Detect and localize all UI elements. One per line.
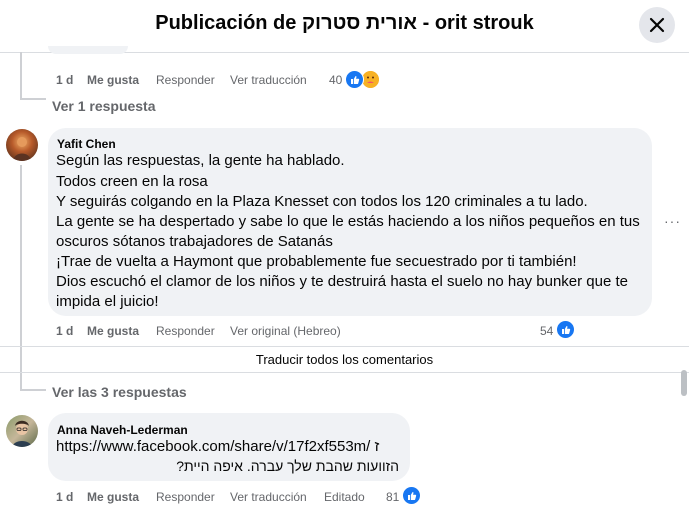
comment-text-line: Todos creen en la rosa — [56, 173, 208, 190]
scrollbar-thumb[interactable] — [681, 370, 687, 396]
divider-bottom — [0, 372, 689, 373]
translate-link[interactable]: Ver traducción — [230, 490, 307, 504]
translate-all-comments-button[interactable]: Traducir todos los comentarios — [0, 352, 689, 367]
comment-text-line: La gente se ha despertado y sabe lo que … — [56, 213, 640, 230]
comment-text-line: oscuros sótanos trabajadores de Satanás — [56, 233, 333, 250]
view-3-replies-link[interactable]: Ver las 3 respuestas — [52, 384, 187, 400]
prev-comment-reaction-count[interactable]: 40 — [329, 73, 342, 87]
view-1-reply-link[interactable]: Ver 1 respuesta — [52, 98, 156, 114]
comment-text-line: הזוועות שהבת שלך עברה. איפה היית? — [176, 458, 399, 474]
comment-author[interactable]: Yafit Chen — [57, 137, 116, 151]
like-button[interactable]: Me gusta — [87, 490, 139, 504]
close-button[interactable] — [639, 7, 675, 43]
comment-options-button[interactable]: ··· — [664, 213, 681, 229]
comment-text-line: ¡Trae de vuelta a Haymont que probableme… — [56, 253, 577, 270]
reaction-count[interactable]: 54 — [540, 324, 553, 338]
like-button[interactable]: Me gusta — [87, 324, 139, 338]
thread-curve — [20, 98, 46, 100]
comment-text-line: Y seguirás colgando en la Plaza Knesset … — [56, 193, 588, 210]
avatar-yafit-chen[interactable] — [6, 129, 38, 161]
prev-comment-time[interactable]: 1 d — [56, 73, 73, 87]
dialog-title: Publicación de אורית סטרוק - orit strouk — [155, 12, 534, 34]
comment-text-line: Dios escuchó el clamor de los niños y te… — [56, 273, 628, 290]
like-icon — [345, 70, 364, 89]
reply-button[interactable]: Responder — [156, 324, 215, 338]
close-icon — [649, 17, 665, 33]
comment-time[interactable]: 1 d — [56, 324, 73, 338]
comment-time[interactable]: 1 d — [56, 490, 73, 504]
prev-comment-bubble-edge — [48, 46, 128, 54]
like-icon — [556, 320, 575, 339]
comment-author[interactable]: Anna Naveh-Lederman — [57, 423, 188, 437]
prev-comment-like-button[interactable]: Me gusta — [87, 73, 139, 87]
comment-link[interactable]: https://www.facebook.com/share/v/17f2xf5… — [56, 438, 379, 455]
like-icon — [402, 486, 421, 505]
prev-comment-reply-button[interactable]: Responder — [156, 73, 215, 87]
reaction-count[interactable]: 81 — [386, 490, 399, 504]
thread-line — [20, 52, 22, 100]
reply-button[interactable]: Responder — [156, 490, 215, 504]
divider-top — [0, 346, 689, 347]
view-original-link[interactable]: Ver original (Hebreo) — [230, 324, 341, 338]
comment-text-line: Según las respuestas, la gente ha hablad… — [56, 152, 345, 169]
avatar-anna-naveh-lederman[interactable] — [6, 415, 38, 447]
prev-comment-translate-link[interactable]: Ver traducción — [230, 73, 307, 87]
thread-curve-yafit — [20, 389, 46, 391]
comment-text-line: impida el juicio! — [56, 293, 159, 310]
edited-label: Editado — [324, 490, 365, 504]
